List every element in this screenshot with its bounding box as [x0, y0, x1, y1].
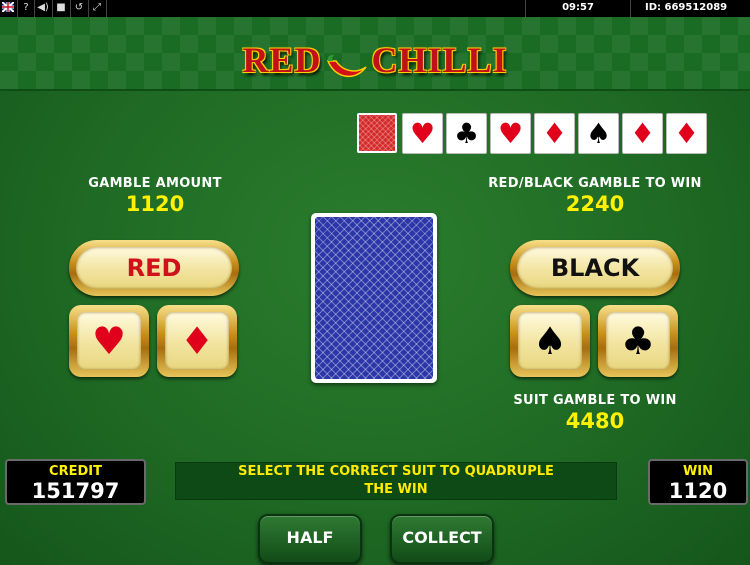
spade-icon: ♠ [518, 312, 582, 370]
sound-icon[interactable]: ◀) [36, 2, 50, 14]
fullscreen-icon[interactable]: ⤢ [91, 2, 103, 14]
diamond-icon: ♦ [165, 312, 229, 370]
clock: 09:57 [562, 2, 594, 13]
message-line-1: SELECT THE CORRECT SUIT TO QUADRUPLE [238, 464, 554, 479]
gamble-amount-value: 1120 [125, 192, 185, 216]
club-icon: ♣ [606, 312, 670, 370]
logo-text-red: RED [242, 40, 322, 80]
win-panel: WIN 1120 [648, 459, 748, 505]
collect-button[interactable]: COLLECT [390, 514, 494, 564]
black-button-label: BLACK [517, 247, 673, 289]
red-button[interactable]: RED [69, 240, 239, 296]
history-card-diamond: ♦ [534, 113, 575, 154]
history-card-heart: ♥ [490, 113, 531, 154]
logo-text-chilli: CHILLI [371, 40, 508, 80]
face-down-card [311, 213, 437, 383]
redblack-win-value: 2240 [565, 192, 625, 216]
credit-panel: CREDIT 151797 [5, 459, 146, 505]
suit-win-label: SUIT GAMBLE TO WIN [513, 393, 677, 408]
half-button[interactable]: HALF [258, 514, 362, 564]
history-card-back [357, 113, 397, 153]
black-button[interactable]: BLACK [510, 240, 680, 296]
history-card-spade: ♠ [578, 113, 619, 154]
heart-icon: ♥ [77, 312, 141, 370]
flag-icon[interactable] [1, 1, 15, 14]
redblack-win-label: RED/BLACK GAMBLE TO WIN [488, 176, 702, 191]
session-id: ID: 669512089 [645, 2, 728, 13]
suit-win-value: 4480 [565, 409, 625, 433]
game-logo: RED CHILLI [215, 41, 535, 79]
history-card-heart: ♥ [402, 113, 443, 154]
chilli-icon [327, 54, 368, 77]
heart-button[interactable]: ♥ [69, 305, 149, 377]
history-card-club: ♣ [446, 113, 487, 154]
history-card-diamond: ♦ [622, 113, 663, 154]
instruction-message: SELECT THE CORRECT SUIT TO QUADRUPLE THE… [175, 462, 617, 500]
history-icon[interactable]: ↺ [73, 2, 85, 14]
stop-icon[interactable]: ■ [55, 2, 67, 14]
history-card-diamond: ♦ [666, 113, 707, 154]
spade-button[interactable]: ♠ [510, 305, 590, 377]
club-button[interactable]: ♣ [598, 305, 678, 377]
system-bar: ? ◀) ■ ↺ ⤢ 09:57 ID: 669512089 [0, 0, 750, 17]
help-icon[interactable]: ? [20, 2, 32, 14]
credit-label: CREDIT [49, 464, 102, 479]
diamond-button[interactable]: ♦ [157, 305, 237, 377]
gamble-amount-label: GAMBLE AMOUNT [88, 176, 222, 191]
red-button-label: RED [76, 247, 232, 289]
message-line-2: THE WIN [364, 482, 428, 497]
win-label: WIN [682, 464, 714, 479]
win-value: 1120 [668, 479, 728, 503]
header-band: RED CHILLI [0, 17, 750, 91]
card-back-pattern [315, 217, 433, 379]
game-screen: ? ◀) ■ ↺ ⤢ 09:57 ID: 669512089 RED CHILL… [0, 0, 750, 565]
credit-value: 151797 [31, 479, 120, 503]
